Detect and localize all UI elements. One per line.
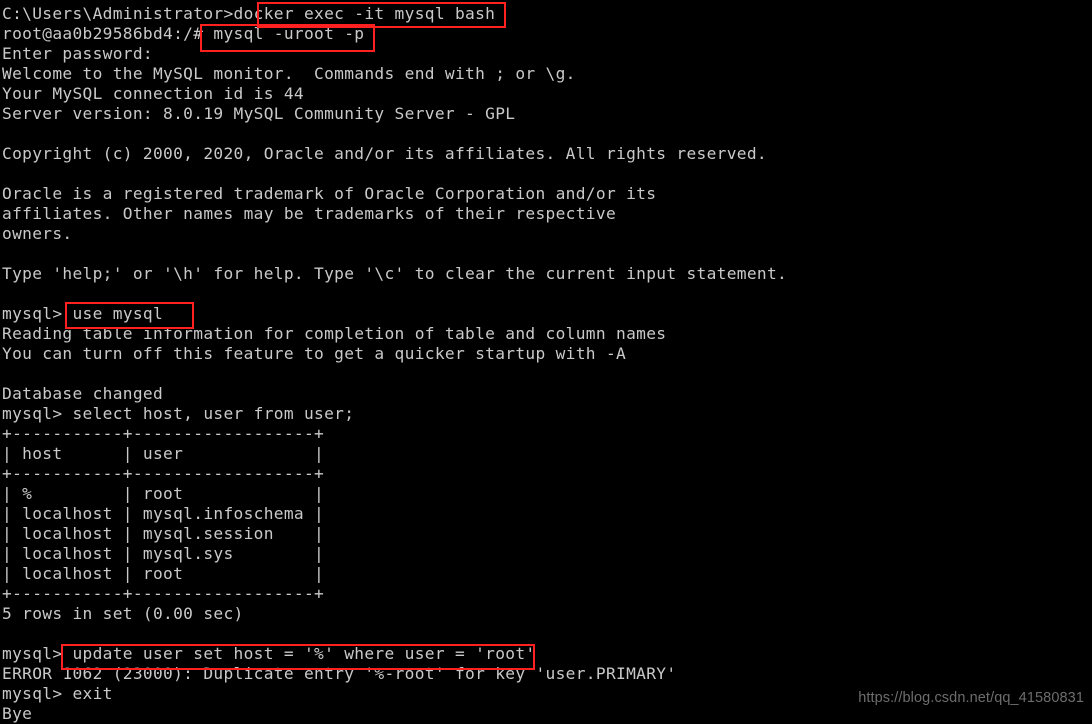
- terminal-line: Type 'help;' or '\h' for help. Type '\c'…: [2, 264, 788, 283]
- terminal-line: Your MySQL connection id is 44: [2, 84, 304, 103]
- terminal-line: | localhost | mysql.session |: [2, 524, 325, 543]
- terminal-line: Enter password:: [2, 44, 153, 63]
- terminal-line: Database changed: [2, 384, 164, 403]
- terminal-line: You can turn off this feature to get a q…: [2, 344, 627, 363]
- terminal-line: Welcome to the MySQL monitor. Commands e…: [2, 64, 576, 83]
- terminal-line: | localhost | mysql.infoschema |: [2, 504, 325, 523]
- terminal-line: | localhost | mysql.sys |: [2, 544, 325, 563]
- terminal-line: Oracle is a registered trademark of Orac…: [2, 184, 657, 203]
- terminal-line: Copyright (c) 2000, 2020, Oracle and/or …: [2, 144, 767, 163]
- terminal-line: root@aa0b29586bd4:/# mysql -uroot -p: [2, 24, 365, 43]
- terminal-output: C:\Users\Administrator>docker exec -it m…: [2, 4, 1092, 724]
- terminal-line: | host | user |: [2, 444, 325, 463]
- terminal-line: mysql> update user set host = '%' where …: [2, 644, 536, 663]
- terminal-line: 5 rows in set (0.00 sec): [2, 604, 244, 623]
- terminal-line: affiliates. Other names may be trademark…: [2, 204, 617, 223]
- terminal-line: | % | root |: [2, 484, 325, 503]
- terminal-line: mysql> select host, user from user;: [2, 404, 355, 423]
- terminal-line: Server version: 8.0.19 MySQL Community S…: [2, 104, 516, 123]
- terminal-line: | localhost | root |: [2, 564, 325, 583]
- terminal-line: mysql> use mysql: [2, 304, 164, 323]
- watermark-url: https://blog.csdn.net/qq_41580831: [858, 690, 1084, 706]
- terminal-line: +-----------+------------------+: [2, 424, 325, 443]
- terminal-line: Bye: [2, 704, 33, 723]
- terminal-line: C:\Users\Administrator>docker exec -it m…: [2, 4, 496, 23]
- terminal-line: +-----------+------------------+: [2, 584, 325, 603]
- terminal-line: ERROR 1062 (23000): Duplicate entry '%-r…: [2, 664, 677, 683]
- terminal-line: +-----------+------------------+: [2, 464, 325, 483]
- terminal-line: owners.: [2, 224, 73, 243]
- terminal-window[interactable]: C:\Users\Administrator>docker exec -it m…: [0, 0, 1092, 724]
- terminal-line: Reading table information for completion…: [2, 324, 667, 343]
